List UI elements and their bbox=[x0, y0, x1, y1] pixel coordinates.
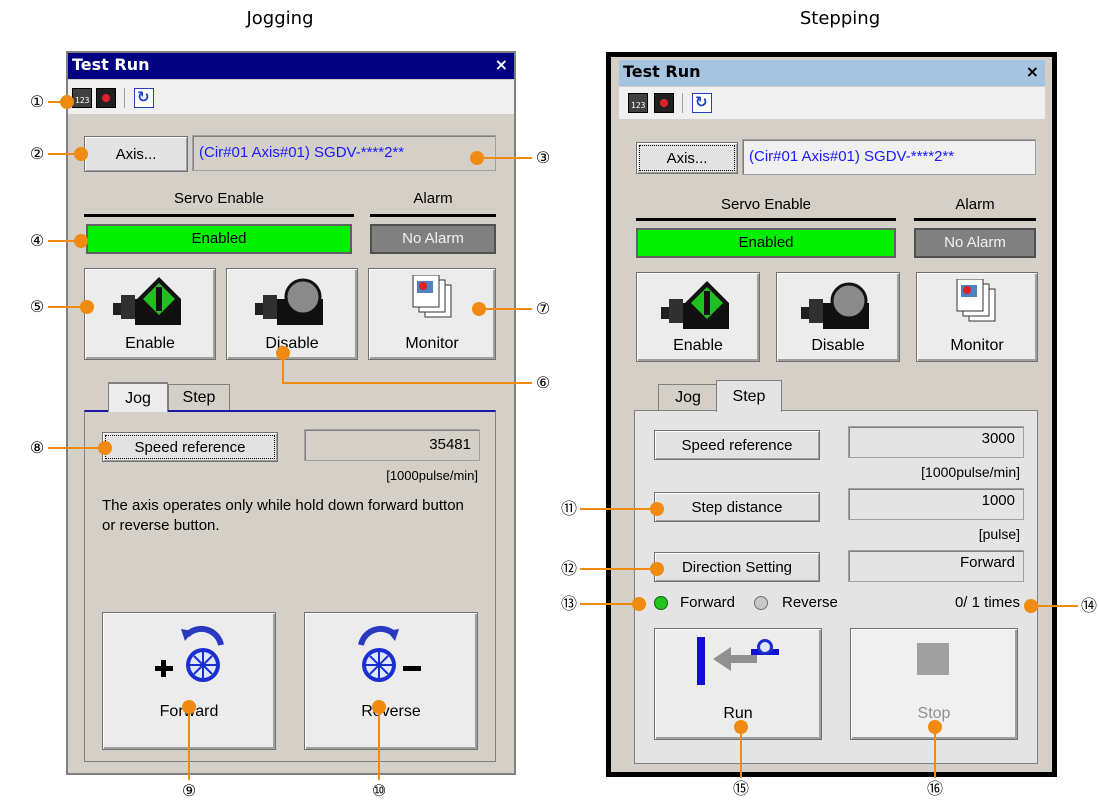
tab-jog[interactable]: Jog bbox=[108, 382, 168, 412]
disable-button[interactable]: Disable bbox=[226, 268, 358, 360]
toolbar-separator bbox=[682, 93, 683, 113]
alarm-status-stepping: No Alarm bbox=[914, 228, 1036, 258]
refresh-icon[interactable] bbox=[134, 88, 154, 108]
stop-icon[interactable] bbox=[654, 93, 674, 113]
stop-square-icon bbox=[917, 643, 949, 675]
callout-15: ⑮ bbox=[732, 779, 749, 798]
axis-field: (Cir#01 Axis#01) SGDV-****2** bbox=[192, 135, 496, 171]
disable-button-stepping[interactable]: Disable bbox=[776, 272, 900, 362]
monitor-label-stepping: Monitor bbox=[950, 337, 1004, 354]
callout-2: ② bbox=[29, 144, 45, 163]
step-counter: 0/ 1 times bbox=[954, 594, 1020, 611]
step-speed-value: 3000 bbox=[848, 426, 1024, 458]
jog-description: The axis operates only while hold down f… bbox=[102, 497, 464, 534]
tab-jog-stepping[interactable]: Jog bbox=[658, 384, 718, 410]
callout-7: ⑦ bbox=[535, 299, 551, 318]
calculator-icon[interactable] bbox=[628, 93, 648, 113]
tab-step-stepping[interactable]: Step bbox=[716, 380, 782, 412]
step-speed-unit: [1000pulse/min] bbox=[921, 464, 1020, 480]
calculator-icon[interactable] bbox=[72, 88, 92, 108]
forward-indicator-label: Forward bbox=[680, 594, 736, 611]
heading-jogging: Jogging bbox=[246, 8, 314, 29]
reverse-indicator-icon bbox=[754, 596, 768, 610]
close-button[interactable]: × bbox=[495, 53, 508, 77]
servo-rule bbox=[84, 214, 354, 217]
alarm-rule bbox=[370, 214, 496, 217]
alarm-rule-stepping bbox=[914, 218, 1036, 221]
stop-icon[interactable] bbox=[96, 88, 116, 108]
forward-indicator-icon bbox=[654, 596, 668, 610]
monitor-button-stepping[interactable]: Monitor bbox=[916, 272, 1038, 362]
title-bar[interactable]: Test Run × bbox=[68, 53, 514, 79]
alarm-status: No Alarm bbox=[370, 224, 496, 254]
alarm-label-stepping: Alarm bbox=[955, 196, 995, 213]
alarm-label: Alarm bbox=[413, 190, 453, 207]
callout-9: ⑨ bbox=[181, 781, 197, 800]
jog-reverse-icon bbox=[358, 625, 421, 682]
callout-16: ⑯ bbox=[926, 779, 943, 798]
enable-button-stepping[interactable]: Enable bbox=[636, 272, 760, 362]
reverse-label: Reverse bbox=[361, 703, 421, 720]
callout-12: ⑫ bbox=[560, 559, 577, 578]
disable-label-stepping: Disable bbox=[811, 337, 865, 354]
window-title-stepping: Test Run bbox=[623, 62, 701, 81]
run-icon bbox=[697, 637, 779, 685]
servo-status-stepping: Enabled bbox=[636, 228, 896, 258]
servo-rule-stepping bbox=[636, 218, 896, 221]
callout-5: ⑤ bbox=[29, 297, 45, 316]
callout-1: ① bbox=[29, 92, 45, 111]
window-title: Test Run bbox=[72, 55, 150, 74]
direction-setting-button[interactable]: Direction Setting bbox=[654, 552, 820, 582]
callout-14: ⑭ bbox=[1080, 596, 1097, 615]
callout-6: ⑥ bbox=[535, 373, 551, 392]
reverse-indicator-label: Reverse bbox=[782, 594, 838, 611]
enable-label: Enable bbox=[125, 335, 175, 352]
callout-3: ③ bbox=[535, 148, 551, 167]
close-button-stepping[interactable]: × bbox=[1026, 60, 1039, 84]
speed-reference-button[interactable]: Speed reference bbox=[102, 432, 278, 462]
servo-enable-label: Servo Enable bbox=[173, 190, 265, 207]
toolbar-separator bbox=[124, 88, 125, 108]
servo-status: Enabled bbox=[86, 224, 352, 254]
jog-forward-icon bbox=[155, 625, 224, 682]
monitor-icon bbox=[956, 279, 996, 322]
enable-button[interactable]: Enable bbox=[84, 268, 216, 360]
enable-label-stepping: Enable bbox=[673, 337, 723, 354]
servo-off-icon bbox=[255, 278, 323, 325]
title-bar-stepping[interactable]: Test Run × bbox=[619, 60, 1045, 86]
reverse-button[interactable]: Reverse bbox=[304, 612, 478, 750]
speed-value: 35481 bbox=[304, 429, 480, 461]
axis-button-stepping[interactable]: Axis... bbox=[636, 142, 738, 174]
step-distance-button[interactable]: Step distance bbox=[654, 492, 820, 522]
monitor-label: Monitor bbox=[405, 335, 459, 352]
heading-stepping: Stepping bbox=[799, 8, 881, 29]
axis-field-stepping: (Cir#01 Axis#01) SGDV-****2** bbox=[742, 139, 1036, 175]
speed-unit: [1000pulse/min] bbox=[386, 468, 478, 483]
direction-value: Forward bbox=[848, 550, 1024, 582]
speed-reference-button-stepping[interactable]: Speed reference bbox=[654, 430, 820, 460]
tab-step[interactable]: Step bbox=[168, 384, 230, 410]
servo-on-icon bbox=[113, 277, 181, 325]
servo-on-icon bbox=[661, 281, 729, 329]
monitor-icon bbox=[412, 275, 452, 318]
callout-11: ⑪ bbox=[560, 499, 577, 518]
disable-label: Disable bbox=[265, 335, 319, 352]
servo-off-icon bbox=[801, 282, 869, 329]
callout-4: ④ bbox=[29, 231, 45, 250]
step-distance-value: 1000 bbox=[848, 488, 1024, 520]
callout-13: ⑬ bbox=[560, 594, 577, 613]
refresh-icon[interactable] bbox=[692, 93, 712, 113]
callout-8: ⑧ bbox=[29, 438, 45, 457]
servo-enable-label-stepping: Servo Enable bbox=[720, 196, 812, 213]
callout-10: ⑩ bbox=[371, 781, 387, 800]
step-distance-unit: [pulse] bbox=[978, 526, 1020, 542]
axis-button[interactable]: Axis... bbox=[84, 136, 188, 172]
